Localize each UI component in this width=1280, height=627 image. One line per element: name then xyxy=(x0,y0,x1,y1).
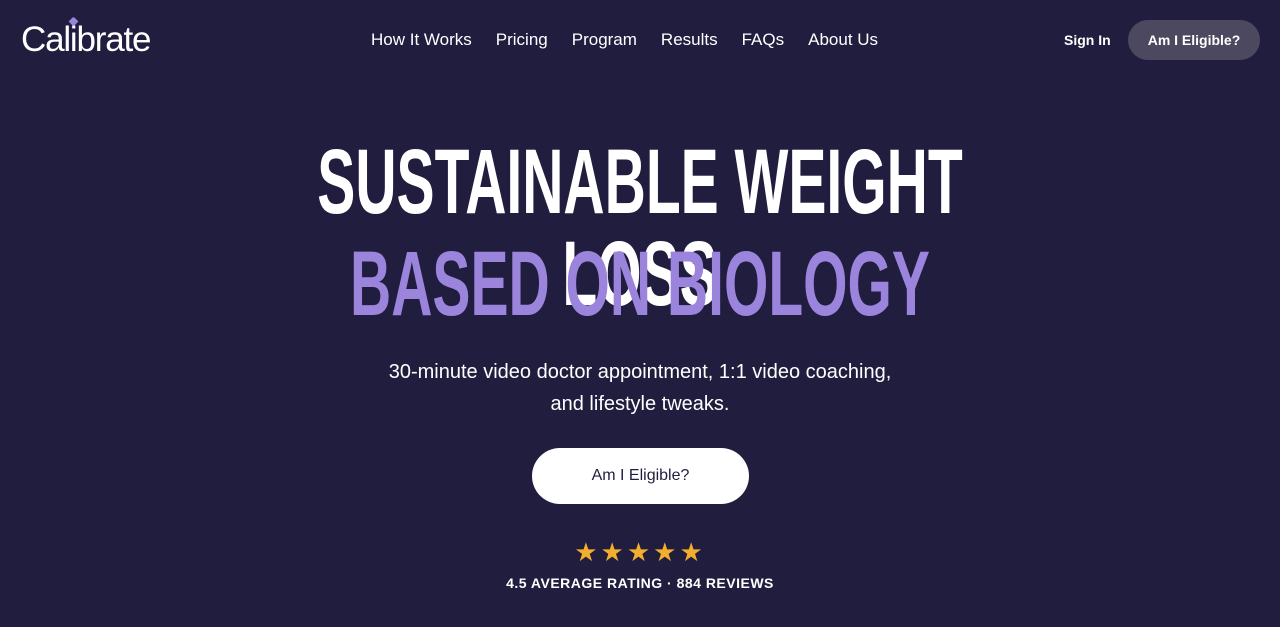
nav-pricing[interactable]: Pricing xyxy=(496,28,548,52)
rating-summary: 4.5 AVERAGE RATING · 884 REVIEWS xyxy=(506,575,774,591)
nav-how-it-works[interactable]: How It Works xyxy=(371,28,472,52)
sign-in-link[interactable]: Sign In xyxy=(1064,29,1111,51)
hero-subtitle-line2: and lifestyle tweaks. xyxy=(550,393,730,415)
hero-subtitle-line1: 30-minute video doctor appointment, 1:1 … xyxy=(388,361,892,383)
hero-eligibility-button[interactable]: Am I Eligible? xyxy=(532,448,749,504)
nav-faqs[interactable]: FAQs xyxy=(742,28,785,52)
logo-i-with-heart: i xyxy=(68,16,79,64)
rating-stars-icon: ★★★★★ xyxy=(574,537,706,567)
landing-page: Cali brate How It Works Pricing Program R… xyxy=(0,0,1280,627)
header-eligibility-button[interactable]: Am I Eligible? xyxy=(1128,20,1260,60)
logo-text-part2: brate xyxy=(76,20,152,59)
calibrate-logo[interactable]: Cali brate xyxy=(21,16,152,64)
main-nav: How It Works Pricing Program Results FAQ… xyxy=(371,28,878,52)
nav-about-us[interactable]: About Us xyxy=(808,28,878,52)
logo-text-part1: Cal xyxy=(21,20,71,59)
hero-subtitle: 30-minute video doctor appointment, 1:1 … xyxy=(340,356,940,420)
hero-headline-line2: BASED ON BIOLOGY xyxy=(350,233,930,335)
nav-program[interactable]: Program xyxy=(572,28,637,52)
nav-results[interactable]: Results xyxy=(661,28,718,52)
